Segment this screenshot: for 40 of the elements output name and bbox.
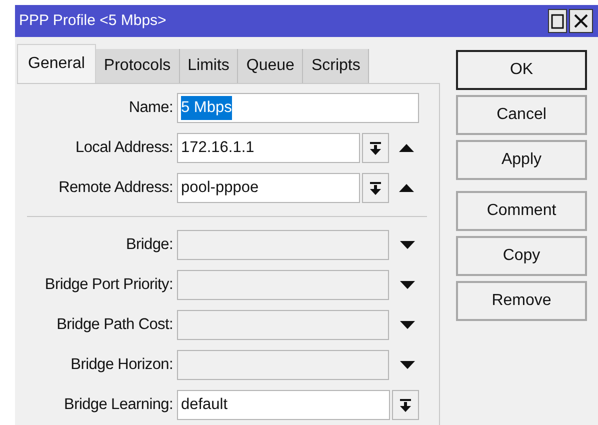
up-triangle-icon [398, 184, 414, 192]
window-title: PPP Profile <5 Mbps> [19, 10, 168, 31]
field-label: Bridge Learning: [63, 395, 174, 416]
down-triangle-icon [400, 241, 414, 249]
dialog-button[interactable]: Copy [456, 236, 587, 276]
dropdown-button[interactable] [362, 173, 389, 203]
down-triangle-icon [400, 361, 414, 369]
tab[interactable]: General [17, 44, 96, 83]
field-label: Bridge Horizon: [70, 355, 174, 376]
dialog-button[interactable]: Cancel [456, 95, 587, 135]
arrow-to-bar-icon [400, 398, 411, 412]
field-label: Bridge Path Cost: [56, 315, 174, 336]
maximize-button[interactable] [548, 9, 567, 33]
dropdown-button[interactable] [362, 133, 389, 163]
field-label: Bridge Port Priority: [44, 275, 174, 296]
field-label: Remote Address: [58, 178, 174, 198]
up-triangle-icon [398, 144, 414, 152]
dialog-button[interactable]: OK [456, 50, 587, 90]
dialog-button[interactable]: Apply [456, 140, 587, 180]
input-field[interactable]: 5 Mbps [177, 93, 419, 123]
field-label: Name: [128, 98, 174, 118]
tab[interactable]: Limits [180, 49, 238, 83]
maximize-icon [551, 14, 564, 28]
arrow-to-bar-icon [370, 182, 381, 194]
down-triangle-icon [400, 321, 414, 329]
tab[interactable]: Scripts [303, 49, 370, 83]
arrow-to-bar-icon [370, 142, 381, 154]
tab[interactable]: Protocols [96, 49, 180, 83]
down-triangle-icon [400, 281, 414, 289]
combo-field[interactable]: 172.16.1.1 [177, 133, 360, 163]
dialog-button[interactable]: Comment [456, 191, 587, 231]
close-button[interactable] [569, 9, 593, 33]
dialog-button[interactable]: Remove [456, 281, 587, 321]
dropdown-button[interactable] [392, 390, 419, 420]
tab[interactable]: Queue [238, 49, 304, 83]
field-label: Bridge: [124, 235, 174, 256]
combo-field[interactable]: default [177, 390, 390, 420]
combo-field[interactable]: pool-pppoe [177, 173, 360, 203]
close-icon [573, 13, 589, 29]
field-label: Local Address: [74, 138, 174, 158]
